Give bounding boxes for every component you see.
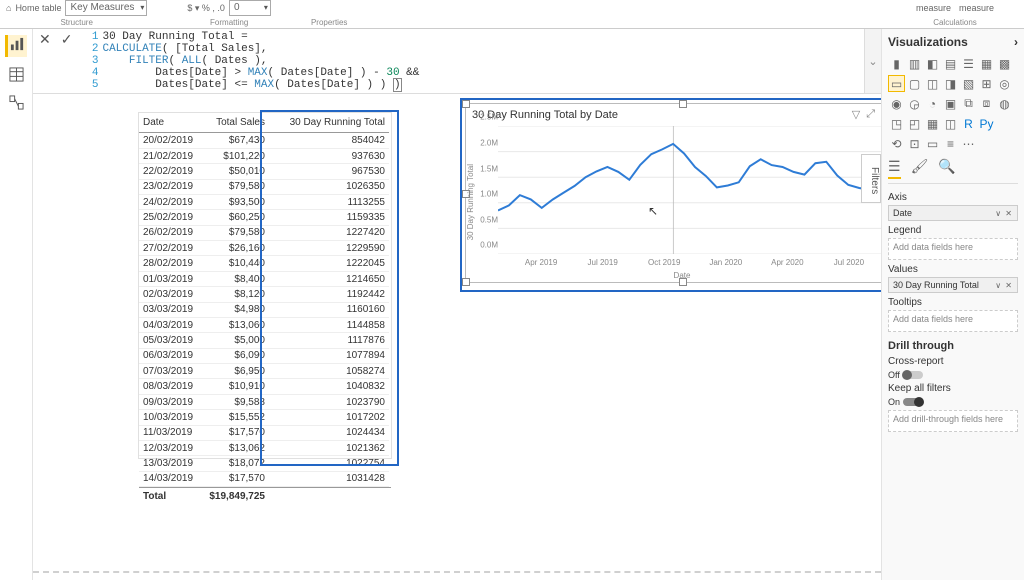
table-row[interactable]: 11/03/2019$17,5701024434 xyxy=(139,426,391,441)
cursor-icon: ↖ xyxy=(648,204,658,218)
formula-bar: ✕ ✓ 130 Day Running Total = 2CALCULATE( … xyxy=(33,29,881,94)
table-row[interactable]: 21/02/2019$101,220937630 xyxy=(139,149,391,164)
ribbon-bar: ⌂ Home table Key Measures Structure $ ▾ … xyxy=(0,0,1024,29)
table-row[interactable]: 05/03/2019$5,0001117876 xyxy=(139,333,391,348)
table-row[interactable]: 23/02/2019$79,5801026350 xyxy=(139,180,391,195)
legend-well-label: Legend xyxy=(888,225,1018,236)
table-row[interactable]: 02/03/2019$8,1201192442 xyxy=(139,287,391,302)
format-tab-icon[interactable]: 🖌 xyxy=(911,158,929,179)
col-running-total[interactable]: 30 Day Running Total xyxy=(269,113,389,133)
chart-y-label: 30 Day Running Total xyxy=(466,164,475,240)
chart-filter-icon[interactable]: ▽ xyxy=(852,108,860,121)
home-table-dropdown[interactable]: Key Measures xyxy=(65,0,147,16)
table-row[interactable]: 28/02/2019$10,4401222045 xyxy=(139,256,391,271)
table-row[interactable]: 09/03/2019$9,5881023790 xyxy=(139,395,391,410)
table-row[interactable]: 03/03/2019$4,9801160160 xyxy=(139,303,391,318)
tooltips-well-label: Tooltips xyxy=(888,297,1018,308)
col-total-sales[interactable]: Total Sales xyxy=(199,113,269,133)
table-header: Date Total Sales 30 Day Running Total xyxy=(139,113,391,133)
properties-label: Properties xyxy=(311,18,347,27)
table-row[interactable]: 22/02/2019$50,010967530 xyxy=(139,164,391,179)
viz-format-tabs[interactable]: ☰ 🖌 🔍 xyxy=(888,158,1018,184)
viz-pane-title: Visualizations xyxy=(888,35,968,49)
calculations-label: Calculations xyxy=(933,18,977,27)
col-date[interactable]: Date xyxy=(139,113,199,133)
keep-filters-toggle[interactable] xyxy=(903,398,923,406)
total-label: Total xyxy=(139,488,199,505)
chart-focus-icon[interactable]: ⤢ xyxy=(866,108,875,121)
home-table-icon: ⌂ xyxy=(6,3,11,13)
tooltips-well[interactable]: Add data fields here xyxy=(888,310,1018,332)
table-row[interactable]: 06/03/2019$6,0901077894 xyxy=(139,349,391,364)
table-row[interactable]: 20/02/2019$67,430854042 xyxy=(139,133,391,148)
keep-filters-label: Keep all filters xyxy=(888,383,1018,394)
data-view-icon[interactable] xyxy=(9,67,24,85)
structure-group: ⌂ Home table Key Measures Structure xyxy=(6,0,147,27)
axis-well-label: Axis xyxy=(888,192,1018,203)
axis-field-pill[interactable]: Date∨ ✕ xyxy=(888,205,1018,221)
table-row[interactable]: 08/03/2019$10,9101040832 xyxy=(139,379,391,394)
home-table-label: Home table xyxy=(15,3,61,13)
table-row[interactable]: 14/03/2019$17,5701031428 xyxy=(139,472,391,487)
table-total-row: Total $19,849,725 xyxy=(139,487,391,505)
formula-cancel-icon[interactable]: ✕ xyxy=(39,31,51,48)
formula-editor[interactable]: 130 Day Running Total = 2CALCULATE( [Tot… xyxy=(78,29,881,93)
table-visual[interactable]: Date Total Sales 30 Day Running Total 20… xyxy=(138,112,392,459)
formula-commit-icon[interactable]: ✓ xyxy=(61,31,73,48)
table-row[interactable]: 24/02/2019$93,5001113255 xyxy=(139,195,391,210)
properties-group: Properties xyxy=(311,0,347,27)
report-canvas[interactable]: Date Total Sales 30 Day Running Total 20… xyxy=(33,94,881,580)
table-row[interactable]: 01/03/2019$8,4001214650 xyxy=(139,272,391,287)
table-row[interactable]: 12/03/2019$13,0621021362 xyxy=(139,441,391,456)
table-row[interactable]: 04/03/2019$13,0601144858 xyxy=(139,318,391,333)
table-row[interactable]: 25/02/2019$60,2501159335 xyxy=(139,210,391,225)
drill-through-well[interactable]: Add drill-through fields here xyxy=(888,410,1018,432)
chart-x-label: Date xyxy=(466,271,881,280)
visualizations-pane: Visualizations › ▮▥◧▤☰▦▩ ▭▢◫◨▧⊞◎ ◉◶◔▣⧉⧈◍… xyxy=(881,29,1024,580)
viz-pane-collapse-icon[interactable]: › xyxy=(1014,35,1018,49)
total-value: $19,849,725 xyxy=(199,488,269,505)
table-row[interactable]: 13/03/2019$18,0721022754 xyxy=(139,456,391,471)
table-row[interactable]: 26/02/2019$79,5801227420 xyxy=(139,226,391,241)
highlight-box-chart: 30 Day Running Total by Date ▽ ⤢ ⋯ 30 Da… xyxy=(460,98,881,292)
report-view-icon[interactable] xyxy=(5,35,27,57)
viz-type-grid[interactable]: ▮▥◧▤☰▦▩ ▭▢◫◨▧⊞◎ ◉◶◔▣⧉⧈◍ ◳◰▦◫RPy ⟲⊡▭≡⋯ xyxy=(888,55,1018,152)
chart-plot-area: ↖ xyxy=(498,126,881,254)
table-row[interactable]: 07/03/2019$6,9501058274 xyxy=(139,364,391,379)
new-measure-btn[interactable]: measure xyxy=(959,3,994,13)
table-row[interactable]: 27/02/2019$26,1601229590 xyxy=(139,241,391,256)
model-view-icon[interactable] xyxy=(9,95,24,113)
filters-pane-tab[interactable]: Filters xyxy=(861,154,881,203)
table-row[interactable]: 10/03/2019$15,5521017202 xyxy=(139,410,391,425)
drill-through-title: Drill through xyxy=(888,340,1018,352)
cross-report-label: Cross-report xyxy=(888,356,1018,367)
analytics-tab-icon[interactable]: 🔍 xyxy=(938,158,955,179)
formatting-group: $ ▾ % , .0 0 Formatting xyxy=(187,0,271,27)
decimal-stepper[interactable]: 0 xyxy=(229,0,271,16)
view-rail xyxy=(0,29,33,580)
line-chart-visual[interactable]: 30 Day Running Total by Date ▽ ⤢ ⋯ 30 Da… xyxy=(465,103,881,283)
formula-expand-icon[interactable]: ⌄ xyxy=(864,29,881,93)
format-tools[interactable]: $ ▾ % , .0 0 xyxy=(187,0,271,16)
fields-tab-icon[interactable]: ☰ xyxy=(888,158,901,179)
format-buttons[interactable]: $ ▾ % , .0 xyxy=(187,3,225,14)
formatting-label: Formatting xyxy=(210,18,248,27)
values-field-pill[interactable]: 30 Day Running Total∨ ✕ xyxy=(888,277,1018,293)
cross-report-toggle[interactable] xyxy=(903,371,923,379)
values-well-label: Values xyxy=(888,264,1018,275)
quick-measure-btn[interactable]: measure xyxy=(916,3,951,13)
calculations-group: measure measure Calculations xyxy=(916,0,994,27)
structure-label: Structure xyxy=(60,18,92,27)
chart-y-ticks: 0.0M0.5M1.0M1.5M2.0M2.5M xyxy=(480,126,498,254)
legend-well[interactable]: Add data fields here xyxy=(888,238,1018,260)
chart-x-ticks: Apr 2019Jul 2019Oct 2019Jan 2020Apr 2020… xyxy=(498,258,881,268)
